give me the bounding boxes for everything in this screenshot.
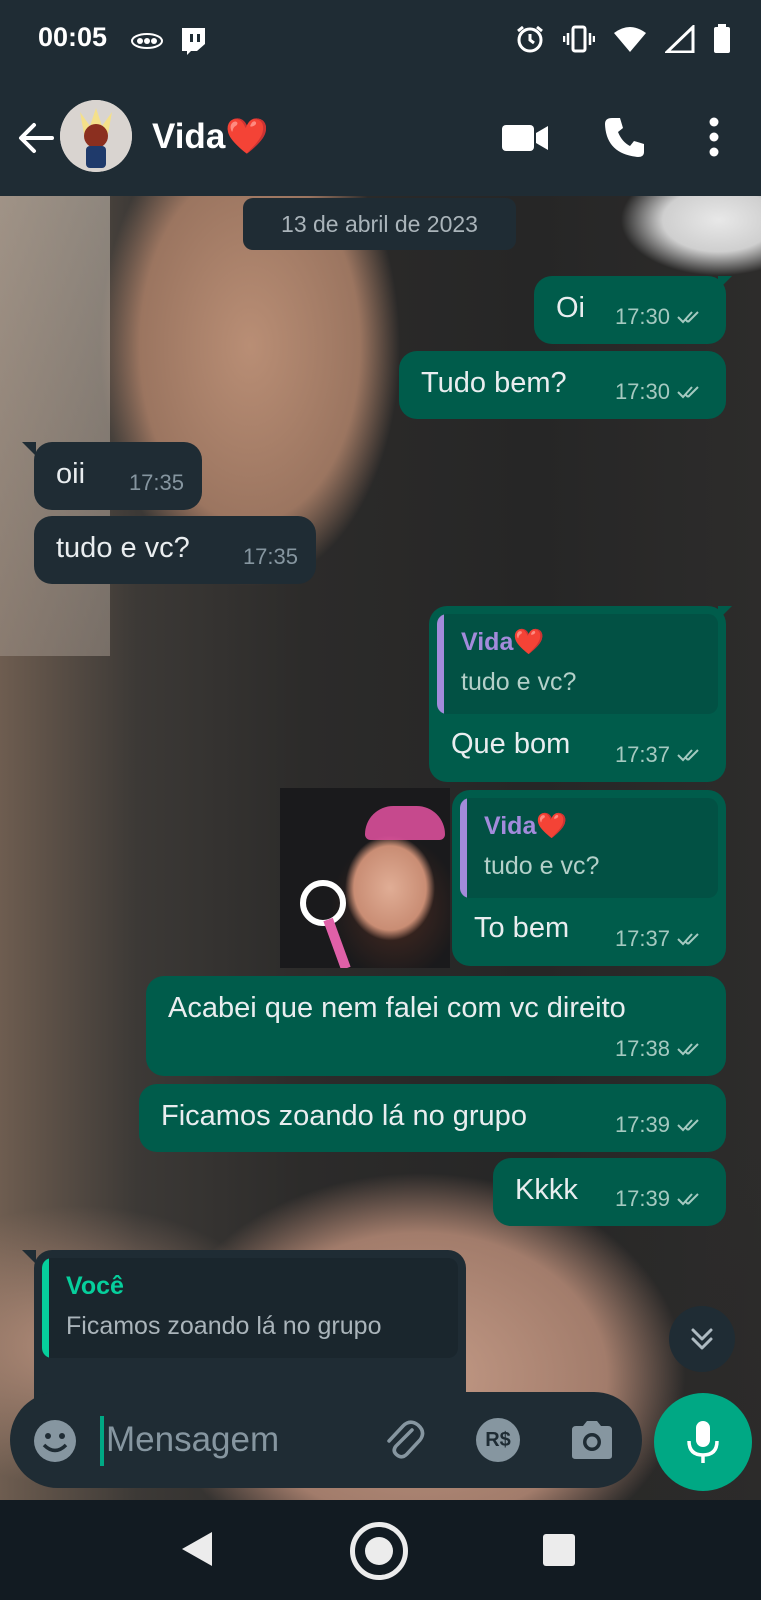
attach-icon[interactable] xyxy=(380,1416,428,1464)
message-time: 17:30 xyxy=(614,304,670,329)
incoming-message[interactable]: tudo e vc? 17:35 xyxy=(34,516,316,584)
message-text: Que bom xyxy=(451,728,571,760)
contact-avatar[interactable] xyxy=(60,100,132,172)
date-chip: 13 de abril de 2023 xyxy=(243,198,516,250)
message-time: 17:39 xyxy=(614,1112,670,1137)
quoted-text: tudo e vc? xyxy=(461,668,577,696)
battery-icon xyxy=(714,24,730,53)
signal-icon xyxy=(665,25,695,53)
outgoing-reply-message[interactable]: Vida❤️ tudo e vc? Que bom 17:37 xyxy=(429,606,726,782)
quoted-message[interactable]: Vida❤️ tudo e vc? xyxy=(460,798,718,898)
chat-header: Vida❤️ xyxy=(0,80,761,196)
contact-name[interactable]: Vida❤️ xyxy=(152,116,269,157)
message-time: 17:37 xyxy=(614,926,670,951)
message-input[interactable] xyxy=(106,1414,366,1466)
quoted-text: Ficamos zoando lá no grupo xyxy=(66,1312,382,1340)
voice-call-icon[interactable] xyxy=(602,114,648,160)
message-text: oii xyxy=(56,458,86,490)
incoming-message[interactable]: oii 17:35 xyxy=(34,442,202,510)
quoted-author: Vida❤️ xyxy=(461,628,545,656)
nav-home-icon[interactable] xyxy=(350,1522,408,1580)
read-ticks-icon xyxy=(677,1193,699,1206)
read-ticks-icon xyxy=(677,386,699,399)
message-time: 17:37 xyxy=(614,742,670,767)
system-navigation-bar xyxy=(0,1500,761,1600)
quoted-message[interactable]: Vida❤️ tudo e vc? xyxy=(437,614,718,714)
outgoing-message[interactable]: Acabei que nem falei com vc direito 17:3… xyxy=(146,976,726,1076)
back-arrow-icon[interactable] xyxy=(14,116,58,160)
read-ticks-icon xyxy=(677,311,699,324)
wallpaper-detail xyxy=(0,196,110,656)
outgoing-message[interactable]: Kkkk 17:39 xyxy=(493,1158,726,1226)
camera-icon[interactable] xyxy=(568,1418,616,1462)
twitch-icon xyxy=(182,28,205,55)
message-composer: R$ xyxy=(10,1392,642,1488)
quoted-author: Vida❤️ xyxy=(484,812,568,840)
outgoing-message[interactable]: Ficamos zoando lá no grupo 17:39 xyxy=(139,1084,726,1152)
message-text: Tudo bem? xyxy=(421,367,567,399)
outgoing-message[interactable]: Oi 17:30 xyxy=(534,276,726,344)
message-text: Ficamos zoando lá no grupo xyxy=(161,1100,527,1132)
read-ticks-icon xyxy=(677,933,699,946)
read-ticks-icon xyxy=(677,749,699,762)
wallpaper-detail xyxy=(620,196,761,276)
quoted-message[interactable]: Você Ficamos zoando lá no grupo xyxy=(42,1258,458,1358)
message-text: Kkkk xyxy=(515,1174,578,1206)
message-text: Oi xyxy=(556,292,585,324)
photo-sticker[interactable] xyxy=(280,788,450,968)
emoji-icon[interactable] xyxy=(32,1418,78,1464)
mic-icon xyxy=(687,1421,719,1463)
chat-area[interactable]: 13 de abril de 2023 Oi 17:30 Tudo bem? 1… xyxy=(0,196,761,1500)
double-chevron-down-icon xyxy=(691,1328,713,1350)
quoted-author: Você xyxy=(66,1272,124,1300)
outgoing-reply-message[interactable]: Vida❤️ tudo e vc? To bem 17:37 xyxy=(452,790,726,966)
message-time: 17:30 xyxy=(614,379,670,404)
payment-icon[interactable]: R$ xyxy=(476,1418,520,1462)
video-call-icon[interactable] xyxy=(500,116,550,160)
nav-back-icon[interactable] xyxy=(180,1530,214,1568)
message-time: 17:38 xyxy=(614,1036,670,1061)
wifi-icon xyxy=(614,27,646,52)
scroll-to-bottom-button[interactable] xyxy=(669,1306,735,1372)
message-time: 17:35 xyxy=(128,470,184,495)
status-time: 00:05 xyxy=(38,22,108,52)
status-bar: 00:05 xyxy=(0,0,761,80)
vibrate-icon xyxy=(563,25,595,53)
message-text: To bem xyxy=(474,912,570,944)
message-time: 17:35 xyxy=(242,544,298,569)
nav-recents-icon[interactable] xyxy=(543,1534,575,1566)
more-vert-icon[interactable] xyxy=(694,114,734,160)
eco-icon xyxy=(131,33,163,49)
outgoing-message[interactable]: Tudo bem? 17:30 xyxy=(399,351,726,419)
read-ticks-icon xyxy=(677,1119,699,1132)
read-ticks-icon xyxy=(677,1043,699,1056)
quoted-text: tudo e vc? xyxy=(484,852,600,880)
message-text: Acabei que nem falei com vc direito xyxy=(168,992,626,1024)
voice-record-button[interactable] xyxy=(654,1393,752,1491)
message-text: tudo e vc? xyxy=(56,532,190,564)
alarm-icon xyxy=(517,25,543,53)
message-time: 17:39 xyxy=(614,1186,670,1211)
